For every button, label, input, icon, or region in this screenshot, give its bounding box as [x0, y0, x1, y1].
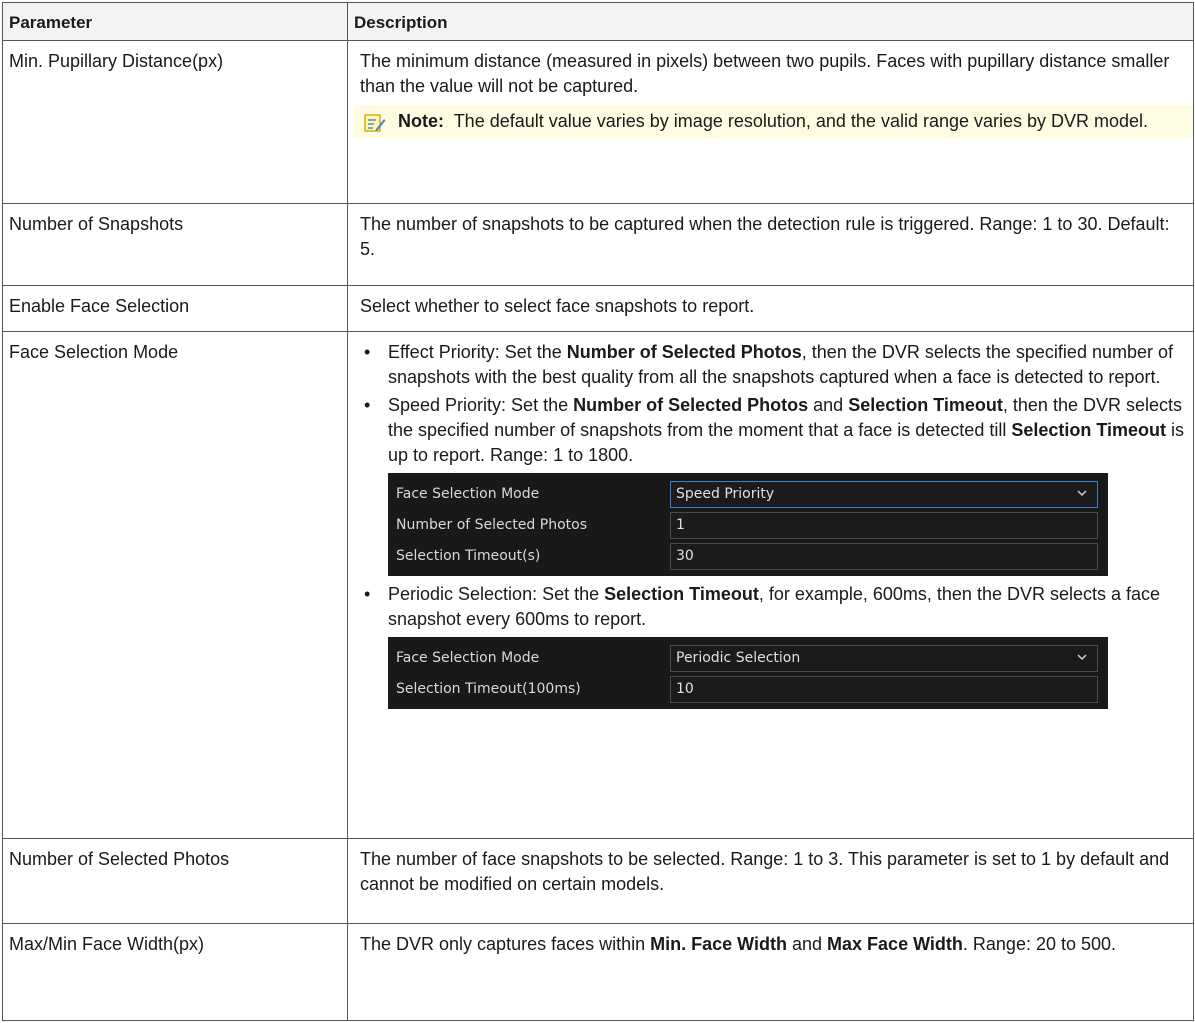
selection-timeout-input[interactable]: 10 [670, 676, 1098, 703]
selection-timeout-input[interactable]: 30 [670, 543, 1098, 570]
param-desc: Select whether to select face snapshots … [347, 285, 1194, 332]
param-desc: The minimum distance (measured in pixels… [347, 40, 1194, 204]
table-row: Number of Selected Photos The number of … [2, 838, 1194, 924]
param-name: Enable Face Selection [2, 285, 348, 332]
header-parameter: Parameter [2, 2, 348, 41]
param-name: Max/Min Face Width(px) [2, 923, 348, 1021]
table-row: Max/Min Face Width(px) The DVR only capt… [2, 923, 1194, 1021]
header-description: Description [347, 2, 1194, 41]
list-item: Periodic Selection: Set the Selection Ti… [360, 582, 1187, 709]
note-label: Note: [398, 111, 444, 131]
param-desc: Effect Priority: Set the Number of Selec… [347, 331, 1194, 839]
parameter-table: Parameter Description Min. Pupillary Dis… [2, 2, 1194, 1021]
param-desc: The number of snapshots to be captured w… [347, 203, 1194, 286]
shot-label: Face Selection Mode [396, 486, 540, 502]
note-pencil-icon [364, 114, 386, 132]
param-desc: The number of face snapshots to be selec… [347, 838, 1194, 924]
chevron-down-icon [1077, 654, 1087, 661]
table-header-row: Parameter Description [2, 2, 1194, 41]
table-row: Min. Pupillary Distance(px) The minimum … [2, 40, 1194, 204]
table-row: Face Selection Mode Effect Priority: Set… [2, 331, 1194, 839]
param-name: Face Selection Mode [2, 331, 348, 839]
table-row: Enable Face Selection Select whether to … [2, 285, 1194, 332]
speed-priority-screenshot: Face Selection Mode Speed Priority Numbe… [388, 473, 1108, 576]
bullet-list: Effect Priority: Set the Number of Selec… [360, 340, 1187, 709]
shot-label: Number of Selected Photos [396, 517, 588, 533]
chevron-down-icon [1077, 490, 1087, 497]
param-name: Number of Snapshots [2, 203, 348, 286]
param-desc: The DVR only captures faces within Min. … [347, 923, 1194, 1021]
table-row: Number of Snapshots The number of snapsh… [2, 203, 1194, 286]
periodic-selection-screenshot: Face Selection Mode Periodic Selection S… [388, 637, 1108, 709]
note-text: The default value varies by image resolu… [453, 111, 1149, 131]
selected-photos-input[interactable]: 1 [670, 512, 1098, 539]
shot-label: Face Selection Mode [396, 650, 540, 666]
face-selection-mode-dropdown[interactable]: Periodic Selection [670, 645, 1098, 672]
shot-label: Selection Timeout(s) [396, 548, 541, 564]
param-name: Number of Selected Photos [2, 838, 348, 924]
param-name: Min. Pupillary Distance(px) [2, 40, 348, 204]
shot-label: Selection Timeout(100ms) [396, 681, 581, 697]
desc-text: The minimum distance (measured in pixels… [360, 51, 1170, 96]
list-item: Speed Priority: Set the Number of Select… [360, 393, 1187, 576]
note-box: Note: The default value varies by image … [354, 105, 1193, 138]
face-selection-mode-dropdown[interactable]: Speed Priority [670, 481, 1098, 508]
list-item: Effect Priority: Set the Number of Selec… [360, 340, 1187, 390]
